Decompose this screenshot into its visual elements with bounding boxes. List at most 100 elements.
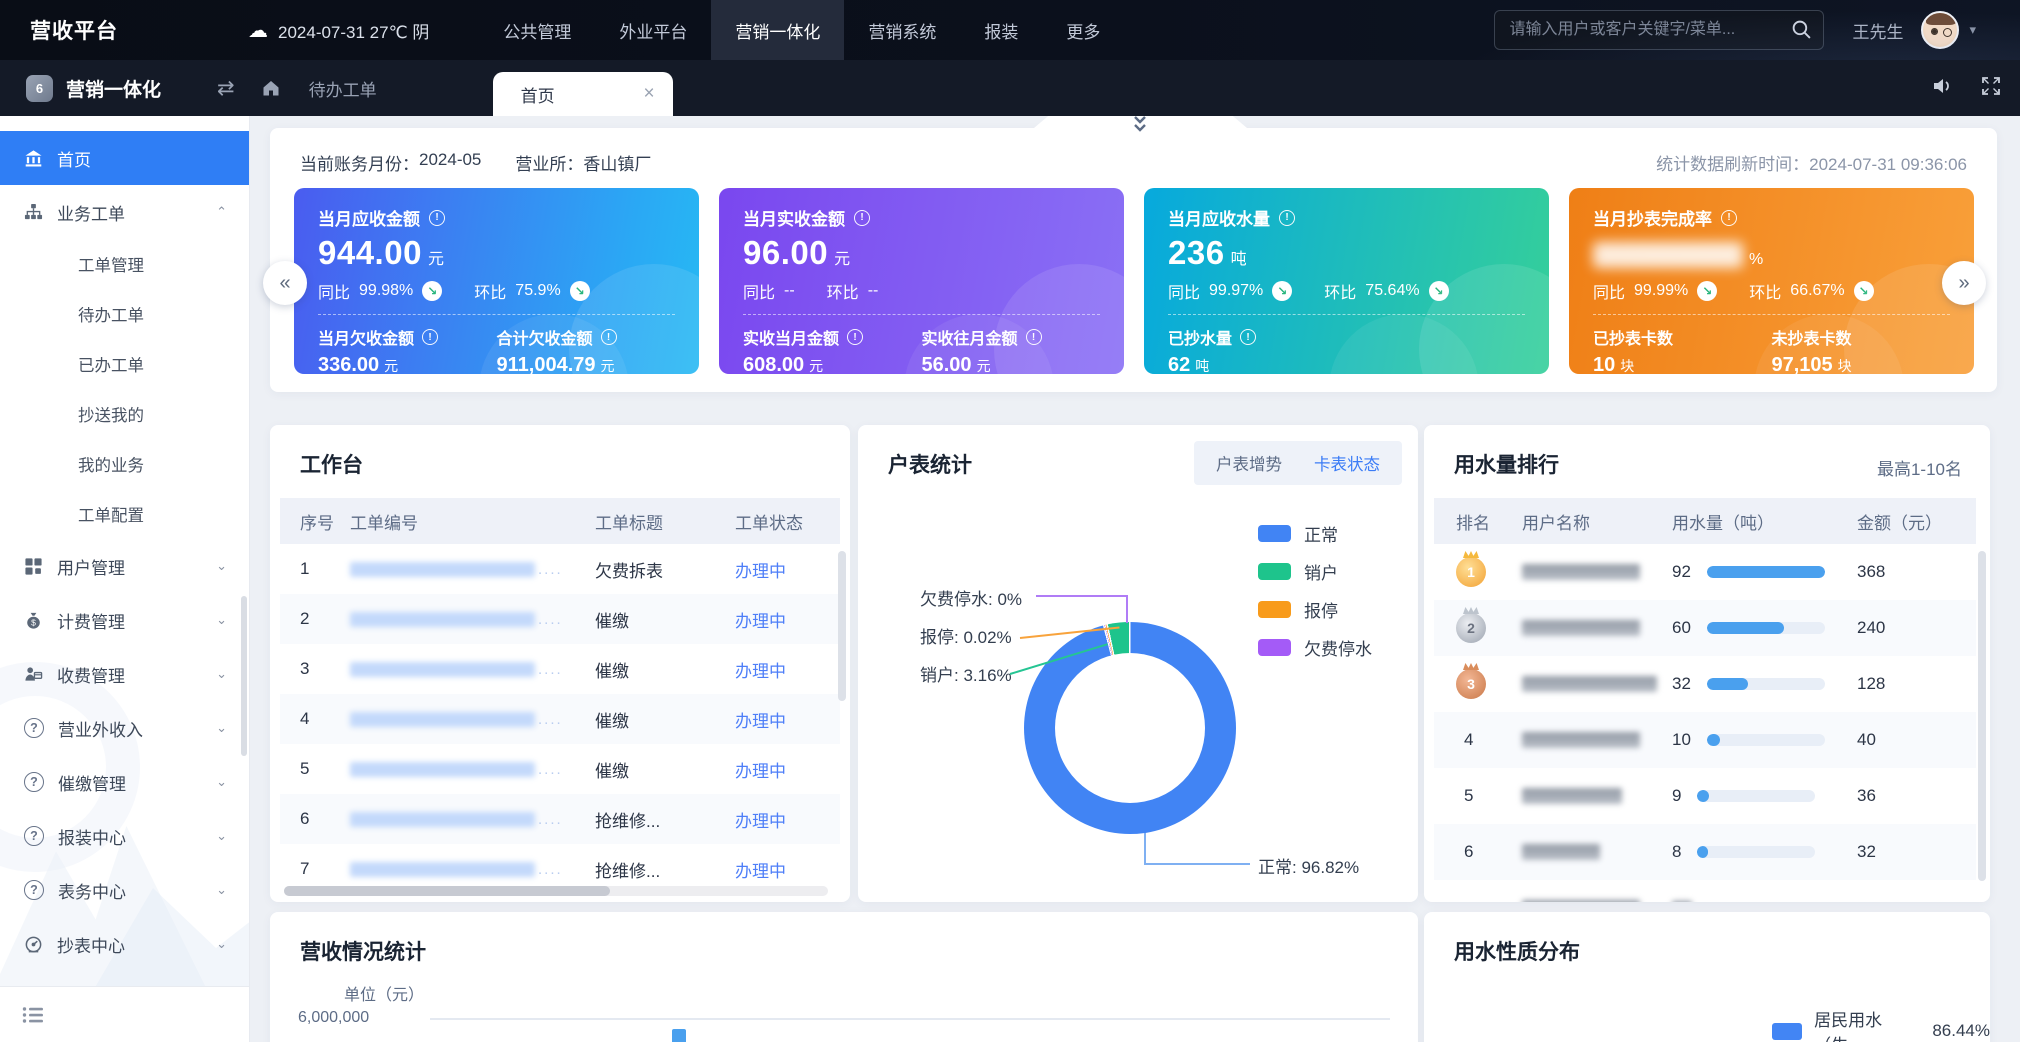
water-nature-legend[interactable]: 居民用水（生... 86.44% bbox=[1772, 1006, 1990, 1042]
swap-tabs-icon[interactable]: ⇄ bbox=[217, 76, 235, 101]
list-item-partial[interactable] bbox=[1434, 880, 1976, 902]
speaker-icon[interactable] bbox=[1930, 74, 1954, 103]
sidebar-subitem-cc-me[interactable]: 抄送我的 bbox=[0, 389, 249, 439]
sidebar-subitem-my-business[interactable]: 我的业务 bbox=[0, 439, 249, 489]
table-row[interactable]: 1 .... 欠费拆表 办理中 bbox=[280, 544, 840, 594]
trend-down-icon: ↘ bbox=[1272, 281, 1292, 301]
double-chevron-down-icon[interactable] bbox=[1127, 114, 1153, 141]
redacted-order-id bbox=[350, 612, 535, 627]
chevron-down-icon[interactable]: ⌄ bbox=[216, 828, 227, 844]
status-link[interactable]: 办理中 bbox=[735, 857, 835, 882]
sidebar-subitem-pending-orders[interactable]: 待办工单 bbox=[0, 289, 249, 339]
sidebar-scrollbar[interactable] bbox=[241, 596, 247, 756]
menu-item-public[interactable]: 公共管理 bbox=[479, 0, 595, 60]
question-circle-icon: ? bbox=[24, 772, 44, 792]
chevron-down-icon[interactable]: ⌄ bbox=[216, 936, 227, 952]
tab-home-active[interactable]: 首页 × bbox=[493, 72, 673, 116]
sidebar-item-work-orders[interactable]: 业务工单 ⌃ bbox=[0, 185, 249, 239]
worktable-vertical-scrollbar[interactable] bbox=[838, 551, 846, 701]
cards-next-button[interactable]: » bbox=[1942, 261, 1986, 305]
user-name[interactable]: 王先生 bbox=[1852, 18, 1903, 43]
sidebar-item-install-center[interactable]: ? 报装中心 ⌄ bbox=[0, 809, 249, 863]
chevron-down-icon[interactable]: ⌄ bbox=[216, 720, 227, 736]
tab-close-icon[interactable]: × bbox=[644, 83, 655, 105]
search-icon[interactable] bbox=[1791, 19, 1812, 45]
sidebar-item-nonop-income[interactable]: ? 营业外收入 ⌄ bbox=[0, 701, 249, 755]
avatar[interactable] bbox=[1921, 11, 1959, 49]
user-caret-icon[interactable]: ▾ bbox=[1969, 22, 1976, 38]
chevron-down-icon[interactable]: ⌄ bbox=[216, 774, 227, 790]
legend-item[interactable]: 报停 bbox=[1258, 597, 1372, 621]
chevron-down-icon[interactable]: ⌄ bbox=[216, 882, 227, 898]
chevron-down-icon[interactable]: ⌄ bbox=[216, 666, 227, 682]
tab-pending-orders[interactable]: 待办工单 bbox=[309, 76, 377, 101]
toggle-meter-growth[interactable]: 户表增势 bbox=[1200, 451, 1298, 475]
sidebar-item-user-manage[interactable]: 用户管理 ⌄ bbox=[0, 539, 249, 593]
sidebar-item-home[interactable]: 首页 bbox=[0, 131, 249, 185]
sidebar-subitem-order-manage[interactable]: 工单管理 bbox=[0, 239, 249, 289]
list-item[interactable]: 6 8 32 bbox=[1434, 824, 1976, 880]
meter-status-donut-chart[interactable] bbox=[1024, 622, 1236, 834]
status-link[interactable]: 办理中 bbox=[735, 557, 835, 582]
sidebar-subitem-order-config[interactable]: 工单配置 bbox=[0, 489, 249, 539]
legend-item[interactable]: 欠费停水 bbox=[1258, 635, 1372, 659]
meter-stats-panel: 户表统计 户表增势 卡表状态 正常 销户 报停 欠费停水 欠费停水: 0% 报停… bbox=[858, 425, 1418, 902]
kpi-card-receivable-amount[interactable]: 当月应收金额 ! 944.00元 同比99.98% ↘ 环比75.9% ↘ 当月… bbox=[294, 188, 699, 374]
status-link[interactable]: 办理中 bbox=[735, 757, 835, 782]
table-row[interactable]: 2 .... 催缴 办理中 bbox=[280, 594, 840, 644]
info-icon[interactable]: ! bbox=[847, 329, 863, 345]
list-item[interactable]: 3 32 128 bbox=[1434, 656, 1976, 712]
menu-list-icon[interactable] bbox=[22, 1005, 44, 1025]
revenue-unit-label: 单位（元） bbox=[344, 981, 424, 1005]
list-item[interactable]: 2 60 240 bbox=[1434, 600, 1976, 656]
card-divider bbox=[743, 314, 1100, 315]
list-item[interactable]: 1 92 368 bbox=[1434, 544, 1976, 600]
status-link[interactable]: 办理中 bbox=[735, 607, 835, 632]
menu-item-install[interactable]: 报装 bbox=[960, 0, 1042, 60]
cards-prev-button[interactable]: « bbox=[263, 261, 307, 305]
menu-item-marketing-system[interactable]: 营销系统 bbox=[844, 0, 960, 60]
revenue-gridline bbox=[430, 1018, 1390, 1020]
list-item[interactable]: 5 9 36 bbox=[1434, 768, 1976, 824]
menu-item-more[interactable]: 更多 bbox=[1042, 0, 1124, 60]
ranking-vertical-scrollbar[interactable] bbox=[1978, 551, 1986, 881]
sidebar-item-fee-manage[interactable]: 收费管理 ⌄ bbox=[0, 647, 249, 701]
chevron-down-icon[interactable]: ⌄ bbox=[216, 558, 227, 574]
chevron-down-icon[interactable]: ⌄ bbox=[216, 612, 227, 628]
status-link[interactable]: 办理中 bbox=[735, 807, 835, 832]
worktable-horizontal-scrollbar[interactable] bbox=[284, 886, 828, 896]
info-icon[interactable]: ! bbox=[1026, 329, 1042, 345]
sidebar-subitem-done-orders[interactable]: 已办工单 bbox=[0, 339, 249, 389]
info-icon[interactable]: ! bbox=[1279, 210, 1295, 226]
table-row[interactable]: 5 .... 催缴 办理中 bbox=[280, 744, 840, 794]
list-item[interactable]: 4 10 40 bbox=[1434, 712, 1976, 768]
sidebar-item-meter-center[interactable]: ? 表务中心 ⌄ bbox=[0, 863, 249, 917]
menu-item-field[interactable]: 外业平台 bbox=[595, 0, 711, 60]
info-icon[interactable]: ! bbox=[601, 329, 617, 345]
table-row[interactable]: 4 .... 催缴 办理中 bbox=[280, 694, 840, 744]
sidebar-item-collection-manage[interactable]: ? 催缴管理 ⌄ bbox=[0, 755, 249, 809]
kpi-card-received-amount[interactable]: 当月实收金额 ! 96.00元 同比-- 环比-- 实收当月金额! 608.00… bbox=[719, 188, 1124, 374]
legend-item[interactable]: 正常 bbox=[1258, 521, 1372, 545]
info-icon[interactable]: ! bbox=[1240, 329, 1256, 345]
table-row[interactable]: 3 .... 催缴 办理中 bbox=[280, 644, 840, 694]
info-icon[interactable]: ! bbox=[1721, 210, 1737, 226]
legend-item[interactable]: 销户 bbox=[1258, 559, 1372, 583]
search-input[interactable] bbox=[1494, 10, 1824, 50]
sidebar-item-reading-center[interactable]: 抄表中心 ⌄ bbox=[0, 917, 249, 971]
status-link[interactable]: 办理中 bbox=[735, 657, 835, 682]
table-row[interactable]: 6 .... 抢维修... 办理中 bbox=[280, 794, 840, 844]
home-icon[interactable] bbox=[261, 78, 281, 98]
info-icon[interactable]: ! bbox=[422, 329, 438, 345]
sidebar-item-label: 计费管理 bbox=[57, 608, 125, 633]
kpi-card-receivable-water[interactable]: 当月应收水量 ! 236吨 同比99.97% ↘ 环比75.64% ↘ 已抄水量… bbox=[1144, 188, 1549, 374]
menu-item-marketing-integrated[interactable]: 营销一体化 bbox=[711, 0, 844, 60]
fullscreen-icon[interactable] bbox=[1980, 75, 2002, 102]
sidebar-item-billing-manage[interactable]: $ 计费管理 ⌄ bbox=[0, 593, 249, 647]
kpi-card-reading-completion[interactable]: 当月抄表完成率 ! % 同比99.99% ↘ 环比66.67% ↘ 已抄表卡数 bbox=[1569, 188, 1974, 374]
info-icon[interactable]: ! bbox=[429, 210, 445, 226]
status-link[interactable]: 办理中 bbox=[735, 707, 835, 732]
chevron-up-icon[interactable]: ⌃ bbox=[216, 204, 227, 220]
toggle-card-status[interactable]: 卡表状态 bbox=[1298, 451, 1396, 475]
info-icon[interactable]: ! bbox=[854, 210, 870, 226]
